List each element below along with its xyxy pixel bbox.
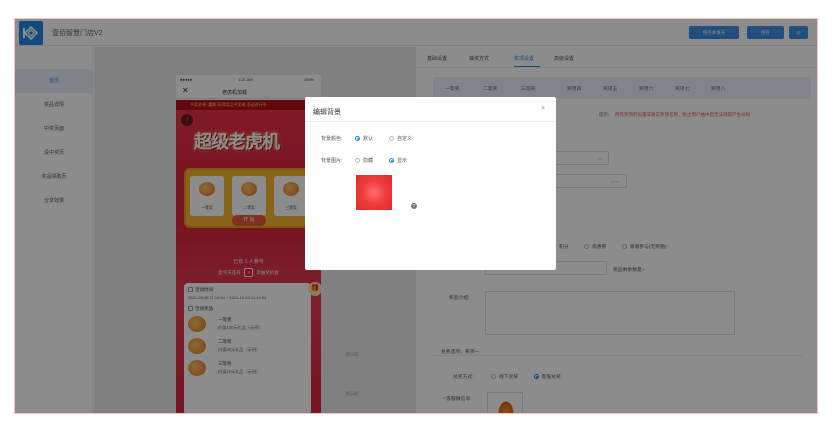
- dialog-divider: [305, 121, 556, 122]
- radio-color-default[interactable]: 默认: [355, 135, 373, 142]
- background-image-preview[interactable]: [356, 175, 392, 210]
- radio-label: 自定义: [397, 136, 413, 142]
- bg-image-label: 背景图片:: [321, 158, 343, 164]
- radio-image-show[interactable]: 显示: [389, 157, 407, 164]
- edit-background-dialog: 编辑背景 × 背景颜色: 默认 自定义 背景图片: 隐藏 显示 ?: [305, 97, 556, 270]
- dialog-title: 编辑背景: [313, 109, 341, 116]
- radio-icon: [355, 136, 360, 142]
- close-icon[interactable]: ×: [541, 105, 545, 112]
- bg-color-label: 背景颜色:: [321, 136, 343, 142]
- radio-label: 显示: [397, 158, 408, 164]
- radio-icon: [355, 158, 360, 164]
- radio-icon: [389, 136, 394, 142]
- radio-label: 默认: [363, 136, 374, 142]
- radio-color-custom[interactable]: 自定义: [389, 135, 412, 142]
- app-frame: 壹佰智慧门店V2 保存并发布 保存 ◎ 首页 奖品详情 中奖页面 没中奖页 奖品…: [14, 18, 818, 414]
- radio-icon: [389, 158, 394, 164]
- radio-label: 隐藏: [363, 158, 374, 164]
- radio-image-hide[interactable]: 隐藏: [355, 157, 373, 164]
- help-icon[interactable]: ?: [411, 203, 417, 209]
